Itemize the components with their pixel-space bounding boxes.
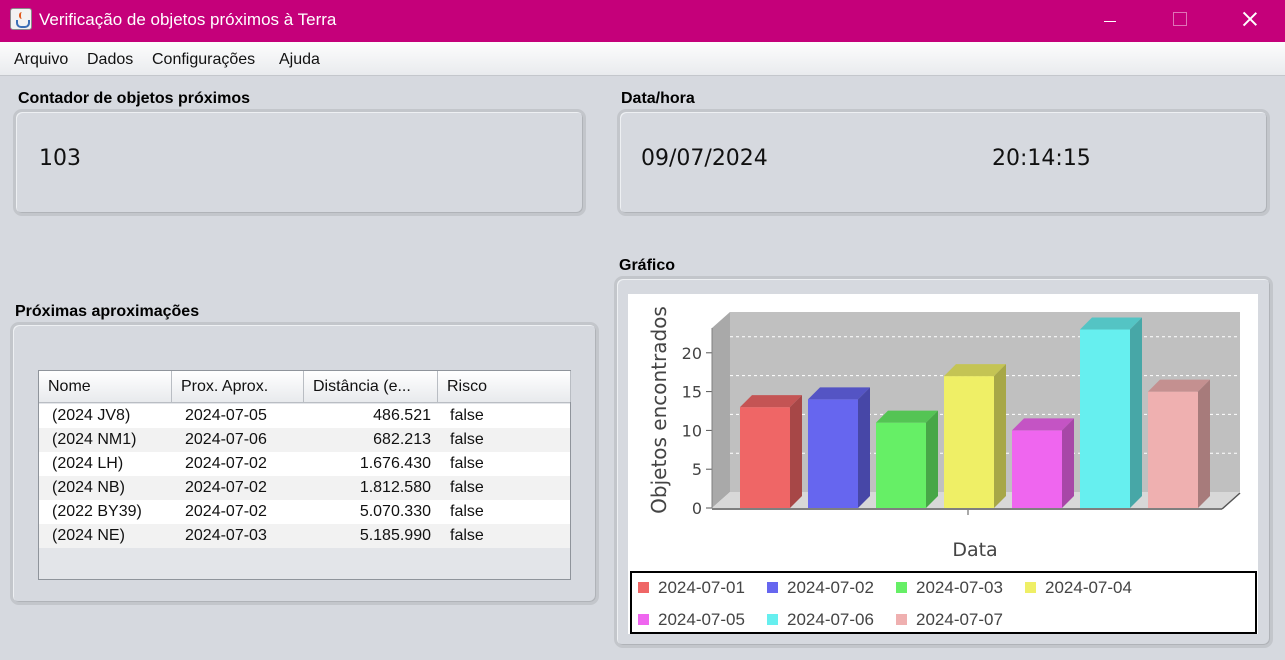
close-icon[interactable]: [1227, 0, 1273, 42]
menu-ajuda[interactable]: Ajuda: [279, 51, 320, 69]
table-row[interactable]: (2024 JV8) 2024-07-05 486.521 false: [39, 404, 570, 428]
y-axis-label: Objetos encontrados: [647, 306, 671, 514]
bar-2024-07-02: [808, 399, 858, 508]
cell-distancia: 1.676.430: [359, 455, 431, 472]
menu-bar: Arquivo Dados Configurações Ajuda: [0, 42, 1285, 76]
legend-swatch-2024-07-03: [896, 582, 907, 593]
cell-distancia: 682.213: [373, 431, 431, 448]
column-header-distancia[interactable]: Distância (e...: [304, 371, 438, 402]
bar-side-2024-07-07: [1198, 379, 1210, 508]
approaches-table[interactable]: Nome Prox. Aprox. Distância (e... Risco …: [38, 370, 571, 580]
column-header-nome[interactable]: Nome: [39, 371, 172, 402]
bar-side-2024-07-01: [790, 395, 802, 508]
cell-nome: (2022 BY39): [52, 503, 142, 520]
cell-nome: (2024 NB): [52, 479, 125, 496]
bar-side-2024-07-02: [858, 387, 870, 508]
bar-side-2024-07-06: [1130, 317, 1142, 508]
legend-label-2024-07-01: 2024-07-01: [658, 578, 745, 597]
y-tick-label: 0: [692, 499, 702, 518]
bar-2024-07-04: [944, 376, 994, 508]
menu-arquivo[interactable]: Arquivo: [14, 51, 68, 69]
datetime-label: Data/hora: [621, 90, 695, 107]
cell-risco: false: [450, 527, 484, 544]
counter-value: 103: [39, 146, 81, 171]
legend-label-2024-07-04: 2024-07-04: [1045, 578, 1132, 597]
cell-risco: false: [450, 503, 484, 520]
date-value: 09/07/2024: [641, 146, 768, 171]
cell-prox-aprox: 2024-07-06: [185, 431, 267, 448]
column-header-risco[interactable]: Risco: [438, 371, 571, 402]
legend-label-2024-07-03: 2024-07-03: [916, 578, 1003, 597]
table-body: (2024 JV8) 2024-07-05 486.521 false (202…: [39, 404, 570, 548]
chart-area: 0 5 10 15 20 Objetos encontrados Data 2024-07-0…: [628, 294, 1258, 634]
cell-prox-aprox: 2024-07-02: [185, 503, 267, 520]
window-title: Verificação de objetos próximos à Terra: [39, 10, 337, 29]
cell-prox-aprox: 2024-07-03: [185, 527, 267, 544]
cell-distancia: 1.812.580: [359, 479, 431, 496]
menu-dados[interactable]: Dados: [87, 51, 133, 69]
table-row[interactable]: (2024 LH) 2024-07-02 1.676.430 false: [39, 452, 570, 476]
cell-nome: (2024 NE): [52, 527, 125, 544]
legend-swatch-2024-07-01: [638, 582, 649, 593]
cell-risco: false: [450, 455, 484, 472]
legend-swatch-2024-07-06: [767, 614, 778, 625]
legend-swatch-2024-07-02: [767, 582, 778, 593]
table-row[interactable]: (2022 BY39) 2024-07-02 5.070.330 false: [39, 500, 570, 524]
counter-panel: 103: [13, 109, 586, 216]
cell-prox-aprox: 2024-07-02: [185, 455, 267, 472]
cell-risco: false: [450, 479, 484, 496]
bar-2024-07-03: [876, 422, 926, 508]
title-bar: Verificação de objetos próximos à Terra: [0, 0, 1285, 42]
table-header: Nome Prox. Aprox. Distância (e... Risco: [39, 371, 571, 403]
bar-chart: 0 5 10 15 20 Objetos encontrados Data 2024-07-0…: [630, 306, 1257, 634]
bar-side-2024-07-03: [926, 410, 938, 508]
legend-label-2024-07-06: 2024-07-06: [787, 610, 874, 629]
cell-prox-aprox: 2024-07-05: [185, 407, 267, 424]
java-icon: [10, 8, 32, 30]
legend-swatch-2024-07-05: [638, 614, 649, 625]
datetime-panel: 09/07/2024 20:14:15: [617, 109, 1270, 216]
legend-label-2024-07-05: 2024-07-05: [658, 610, 745, 629]
cell-prox-aprox: 2024-07-02: [185, 479, 267, 496]
cell-distancia: 486.521: [373, 407, 431, 424]
y-tick-label: 5: [692, 460, 702, 479]
menu-configuracoes[interactable]: Configurações: [152, 51, 255, 69]
y-tick-label: 10: [682, 421, 702, 440]
y-tick-label: 20: [682, 344, 702, 363]
legend-label-2024-07-07: 2024-07-07: [916, 610, 1003, 629]
cell-nome: (2024 NM1): [52, 431, 137, 448]
approaches-label: Próximas aproximações: [15, 303, 200, 320]
bar-side-2024-07-05: [1062, 418, 1074, 508]
cell-risco: false: [450, 431, 484, 448]
bar-2024-07-05: [1012, 430, 1062, 508]
cell-distancia: 5.185.990: [359, 527, 431, 544]
legend-swatch-2024-07-07: [896, 614, 907, 625]
table-row[interactable]: (2024 NB) 2024-07-02 1.812.580 false: [39, 476, 570, 500]
legend-swatch-2024-07-04: [1025, 582, 1036, 593]
table-row[interactable]: (2024 NM1) 2024-07-06 682.213 false: [39, 428, 570, 452]
column-header-prox-aprox[interactable]: Prox. Aprox.: [172, 371, 304, 402]
cell-nome: (2024 LH): [52, 455, 124, 472]
cell-distancia: 5.070.330: [359, 503, 431, 520]
bar-2024-07-07: [1148, 391, 1198, 508]
table-row[interactable]: (2024 NE) 2024-07-03 5.185.990 false: [39, 524, 570, 548]
chart-label: Gráfico: [619, 257, 676, 274]
maximize-icon[interactable]: [1156, 0, 1202, 42]
cell-nome: (2024 JV8): [52, 407, 131, 424]
bar-2024-07-06: [1080, 329, 1130, 508]
time-value: 20:14:15: [992, 146, 1091, 171]
legend-label-2024-07-02: 2024-07-02: [787, 578, 874, 597]
bar-2024-07-01: [740, 407, 790, 508]
x-axis-label: Data: [952, 539, 997, 561]
counter-label: Contador de objetos próximos: [18, 90, 251, 107]
minimize-icon[interactable]: [1096, 0, 1142, 42]
y-tick-label: 15: [682, 383, 702, 402]
plot-side-wall: [712, 312, 730, 508]
cell-risco: false: [450, 407, 484, 424]
bar-side-2024-07-04: [994, 364, 1006, 508]
